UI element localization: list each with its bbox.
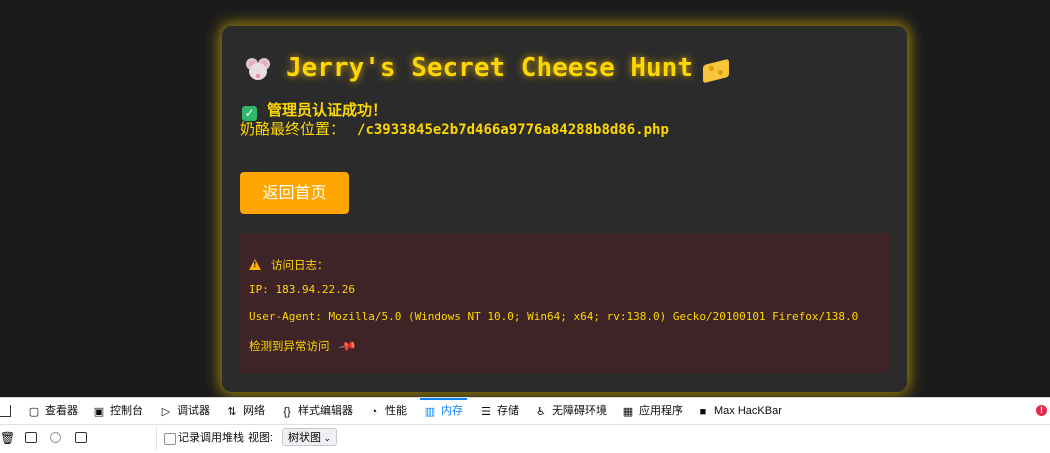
record-stack-label: 记录调用堆栈 [178,432,244,444]
log-heading: 访问日志： [249,257,329,273]
tab-label: 性能 [385,405,407,417]
location-label: 奶酪最终位置： [240,120,346,138]
log-heading-text: 访问日志： [271,258,329,272]
log-anomaly: 检测到异常访问 📌 [249,335,358,357]
cheese-icon [703,56,731,83]
tab-debugger[interactable]: ▷ 调试器 [160,398,210,424]
location-path: /c3933845e2b7d466a9776a84288b8d86.php [357,122,669,138]
network-icon: ⇅ [227,406,237,418]
mouse-icon [244,56,272,82]
pin-icon: 📌 [336,335,358,357]
page-title: Jerry's Secret Cheese Hunt [244,48,731,88]
tab-label: Max HacKBar [714,405,782,417]
page-title-text: Jerry's Secret Cheese Hunt [286,53,693,83]
trash-icon[interactable]: 🗑 [0,432,15,444]
memory-toolbar: 🗑 记录调用堆栈 视图: 树状图 ⌄ [0,425,1050,453]
home-button[interactable]: 返回首页 [240,172,349,214]
cheese-location: 奶酪最终位置： /c3933845e2b7d466a9776a84288b8d86… [240,119,669,139]
tab-hackbar[interactable]: ■ Max HacKBar [697,398,782,424]
tab-label: 样式编辑器 [298,405,353,417]
tab-label: 控制台 [110,405,143,417]
debugger-icon: ▷ [161,406,171,418]
tab-application[interactable]: ▦ 应用程序 [622,398,683,424]
auth-status: ✓ 管理员认证成功！ [242,100,388,121]
tab-label: 应用程序 [639,405,683,417]
console-icon: ▣ [93,406,105,418]
memory-icon: ▥ [424,406,436,418]
tab-accessibility[interactable]: ♿ 无障碍环境 [535,398,607,424]
style-editor-icon: {} [283,406,291,418]
tab-storage[interactable]: ☰ 存储 [480,398,519,424]
application-icon: ▦ [622,406,634,418]
tab-console[interactable]: ▣ 控制台 [93,398,143,424]
camera-icon[interactable] [25,432,37,443]
tab-label: 网络 [243,405,265,417]
access-log: 访问日志： IP: 183.94.22.26 User-Agent: Mozil… [240,233,889,373]
auth-message: 管理员认证成功！ [267,101,388,119]
tab-style-editor[interactable]: {} 样式编辑器 [281,398,353,424]
inspector-icon: ▢ [28,406,40,418]
tab-memory[interactable]: ▥ 内存 [420,398,467,424]
devtools-panel: ▢ 查看器 ▣ 控制台 ▷ 调试器 ⇅ 网络 {} 样式编辑器 ◔ 性能 ▥ 内存 ☰ 存储 ♿… [0,397,1050,453]
tab-label: 无障碍环境 [552,405,607,417]
view-label: 视图: [248,432,274,444]
warning-icon [249,259,261,270]
log-anomaly-text: 检测到异常访问 [249,339,330,353]
main-card: Jerry's Secret Cheese Hunt ✓ 管理员认证成功！ 奶酪最… [222,26,907,392]
tab-label: 内存 [441,405,463,417]
storage-icon: ☰ [481,406,491,418]
diff-icon[interactable] [50,432,61,443]
log-ip: IP: 183.94.22.26 [249,283,355,296]
tab-performance[interactable]: ◔ 性能 [368,398,407,424]
tab-inspector[interactable]: ▢ 查看器 [28,398,78,424]
tab-label: 调试器 [177,405,210,417]
tab-network[interactable]: ⇅ 网络 [226,398,265,424]
view-select-value: 树状图 [288,432,321,444]
toolbar-divider [156,428,157,450]
tab-label: 查看器 [45,405,78,417]
accessibility-icon: ♿ [536,406,546,418]
log-user-agent: User-Agent: Mozilla/5.0 (Windows NT 10.0… [249,310,859,323]
import-icon[interactable] [75,432,87,443]
hackbar-icon: ■ [699,406,707,418]
performance-icon: ◔ [370,406,378,418]
record-stack-checkbox[interactable] [164,433,176,445]
error-indicator-icon[interactable]: ! [1036,405,1047,416]
devtools-tabbar: ▢ 查看器 ▣ 控制台 ▷ 调试器 ⇅ 网络 {} 样式编辑器 ◔ 性能 ▥ 内存 ☰ 存储 ♿… [0,398,1050,425]
chevron-down-icon: ⌄ [323,433,331,443]
tab-label: 存储 [497,405,519,417]
element-picker-icon[interactable] [0,405,11,417]
view-select[interactable]: 树状图 ⌄ [282,428,337,446]
page-viewport: Jerry's Secret Cheese Hunt ✓ 管理员认证成功！ 奶酪最… [0,0,1050,397]
